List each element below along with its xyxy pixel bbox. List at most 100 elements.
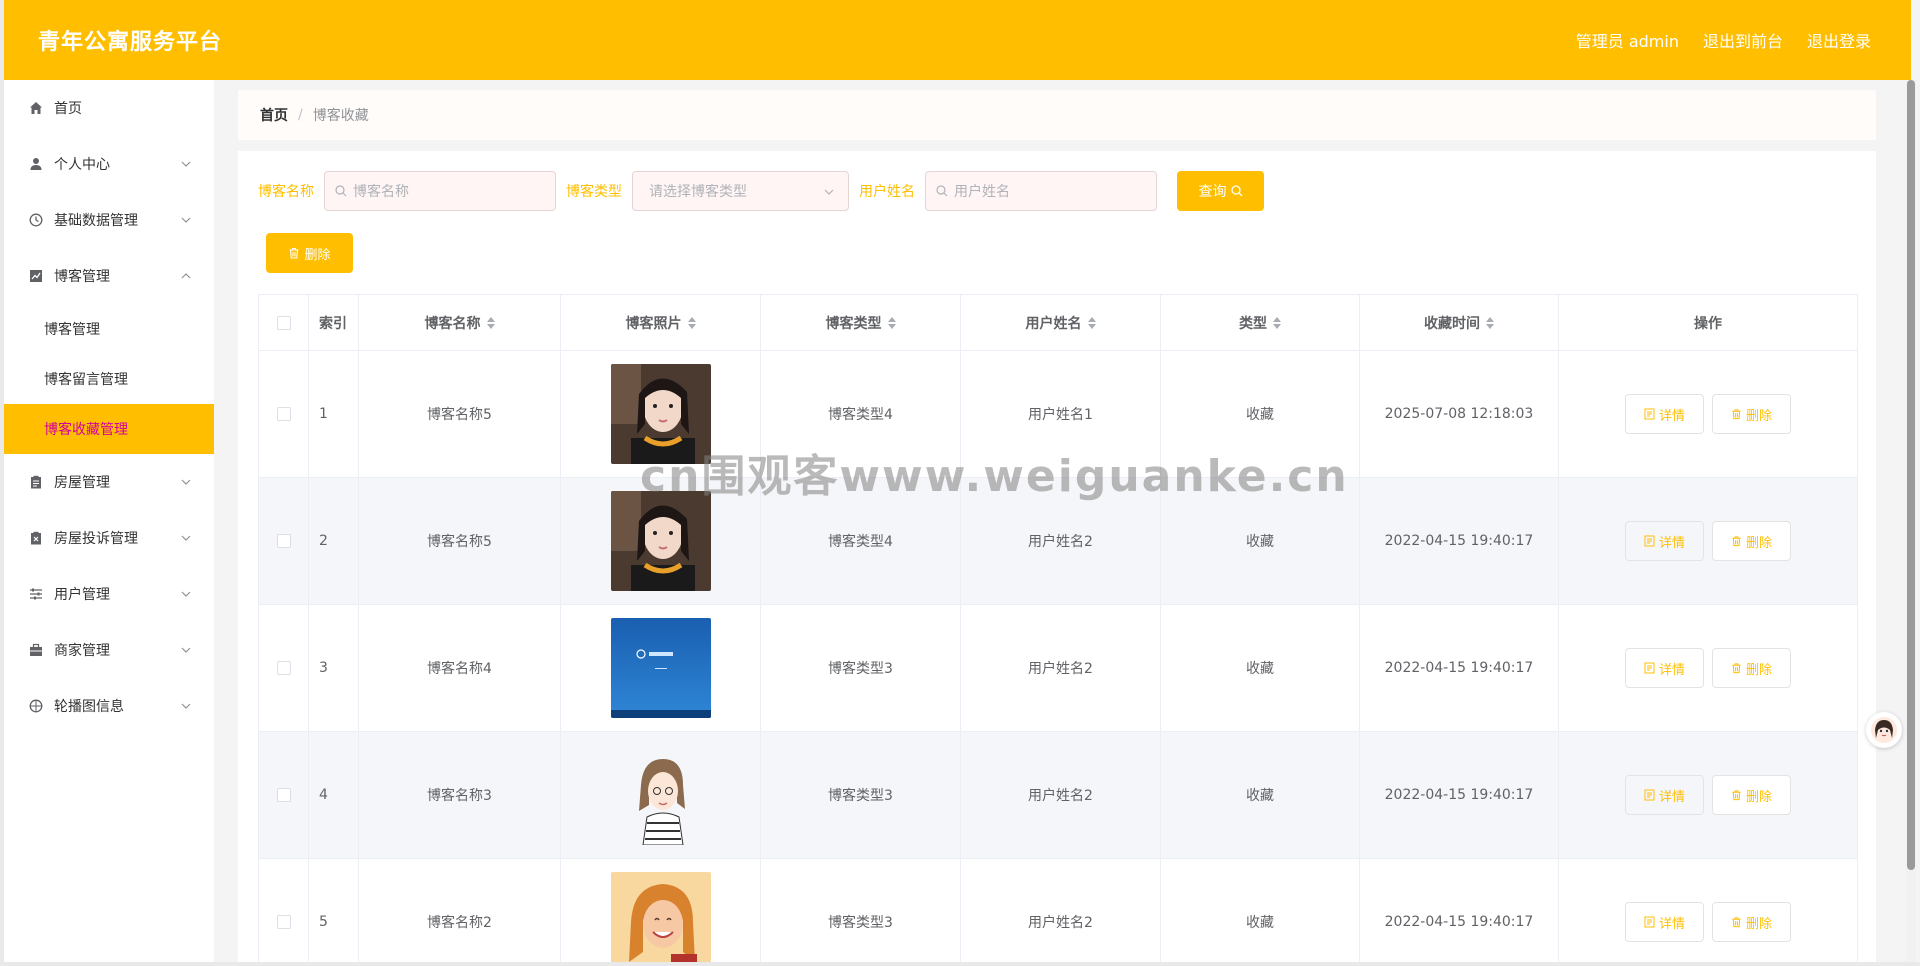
sidebar-item-carousel[interactable]: 轮播图信息 (4, 678, 214, 734)
delete-button[interactable]: 删除 (1712, 394, 1791, 434)
query-button[interactable]: 查询 (1177, 171, 1264, 211)
sidebar-subitem-blog-comments[interactable]: 博客留言管理 (4, 354, 214, 404)
sidebar-subitem-blog-manage[interactable]: 博客管理 (4, 304, 214, 354)
sidebar-subitem-blog-favorites[interactable]: 博客收藏管理 (4, 404, 214, 454)
header-label: 博客名称 (424, 315, 481, 332)
sidebar-item-house-complaints[interactable]: 房屋投诉管理 (4, 510, 214, 566)
detail-button[interactable]: 详情 (1625, 648, 1704, 688)
sort-icon[interactable] (887, 316, 896, 329)
document-icon (1644, 408, 1655, 420)
header-actions: 操作 (1559, 295, 1857, 350)
row-checkbox[interactable] (276, 534, 291, 548)
delete-label: 删除 (1745, 662, 1772, 678)
scrollbar-thumb[interactable] (1907, 80, 1915, 870)
header-label: 收藏时间 (1424, 315, 1480, 332)
row-photo-cell (561, 859, 761, 966)
batch-delete-button[interactable]: 删除 (266, 233, 353, 273)
row-checkbox[interactable] (276, 661, 291, 675)
blog-type-placeholder: 请选择博客类型 (649, 184, 747, 200)
clipboard-x-icon (28, 530, 44, 546)
row-checkbox[interactable] (276, 407, 291, 421)
row-select-cell (259, 351, 309, 477)
document-icon (1644, 535, 1655, 547)
table-row: 4 博客名称3 博客类型3 用户姓名2 收藏 2022-04-15 19:40:… (259, 732, 1857, 859)
sort-icon[interactable] (1087, 316, 1096, 329)
delete-label: 删除 (304, 247, 331, 263)
photo-smiling-girl (610, 872, 711, 966)
main-content: 首页 / 博客收藏 博客名称 博客名称 博客类型 请选择博客类型 用户姓名 用户… (238, 90, 1876, 966)
row-photo-cell (561, 605, 761, 731)
row-blog-type: 博客类型3 (761, 732, 961, 858)
chevron-down-icon (180, 644, 192, 656)
app-title: 青年公寓服务平台 (38, 30, 223, 55)
table-row: 1 博客名称5 博客类型4 用户姓名1 收藏 2025-07-08 12:18:… (259, 351, 1857, 478)
header-kind[interactable]: 类型 (1161, 295, 1360, 350)
detail-button[interactable]: 详情 (1625, 902, 1704, 942)
sort-icon[interactable] (1486, 316, 1494, 329)
delete-label: 删除 (1745, 916, 1772, 932)
sidebar-item-profile[interactable]: 个人中心 (4, 136, 214, 192)
assistant-avatar[interactable] (1866, 712, 1902, 748)
chart-icon (28, 268, 44, 284)
table-row: 3 博客名称4 博客类型3 用户姓名2 收藏 2022-04-15 19:40:… (259, 605, 1857, 732)
header-label: 博客照片 (625, 315, 682, 332)
header-time[interactable]: 收藏时间 (1360, 295, 1559, 350)
back-to-front-link[interactable]: 退出到前台 (1703, 28, 1783, 52)
delete-button[interactable]: 删除 (1712, 902, 1791, 942)
row-user-name: 用户姓名2 (961, 605, 1161, 731)
detail-button[interactable]: 详情 (1625, 775, 1704, 815)
sidebar-item-label: 房屋投诉管理 (54, 531, 138, 547)
detail-button[interactable]: 详情 (1625, 394, 1704, 434)
header-blog-type[interactable]: 博客类型 (761, 295, 961, 350)
blog-type-select[interactable]: 请选择博客类型 (632, 171, 849, 211)
sort-icon[interactable] (1273, 316, 1281, 329)
sidebar-item-blog[interactable]: 博客管理 (4, 248, 214, 304)
row-index: 2 (309, 478, 359, 604)
search-icon (1230, 185, 1243, 197)
delete-label: 删除 (1745, 535, 1772, 551)
admin-label[interactable]: 管理员 admin (1576, 28, 1679, 52)
sort-icon[interactable] (486, 316, 495, 329)
breadcrumb-home[interactable]: 首页 (260, 105, 288, 125)
header-label: 博客类型 (825, 315, 882, 332)
aperture-icon (28, 698, 44, 714)
row-user-name: 用户姓名1 (961, 351, 1161, 477)
header-blog-photo[interactable]: 博客照片 (561, 295, 761, 350)
sidebar-item-users[interactable]: 用户管理 (4, 566, 214, 622)
sidebar-item-home[interactable]: 首页 (4, 80, 214, 136)
sidebar-item-base-data[interactable]: 基础数据管理 (4, 192, 214, 248)
row-photo-cell (561, 478, 761, 604)
sidebar-item-house[interactable]: 房屋管理 (4, 454, 214, 510)
sidebar-item-label: 轮播图信息 (54, 699, 124, 715)
select-all-checkbox[interactable] (276, 315, 291, 330)
row-kind: 收藏 (1161, 732, 1360, 858)
chevron-down-icon (824, 183, 834, 199)
clock-icon (28, 212, 44, 228)
delete-label: 删除 (1745, 789, 1772, 805)
detail-button[interactable]: 详情 (1625, 521, 1704, 561)
sidebar-item-merchants[interactable]: 商家管理 (4, 622, 214, 678)
row-index: 3 (309, 605, 359, 731)
blog-name-label: 博客名称 (258, 184, 314, 200)
row-checkbox[interactable] (276, 788, 291, 802)
header-index: 索引 (309, 295, 359, 350)
header-user-name[interactable]: 用户姓名 (961, 295, 1161, 350)
sort-icon[interactable] (687, 316, 696, 329)
header-blog-name[interactable]: 博客名称 (359, 295, 561, 350)
row-checkbox[interactable] (276, 915, 291, 929)
sidebar-item-label: 个人中心 (54, 157, 110, 173)
user-name-input[interactable]: 用户姓名 (925, 171, 1157, 211)
row-user-name: 用户姓名2 (961, 478, 1161, 604)
delete-button[interactable]: 删除 (1712, 648, 1791, 688)
delete-button[interactable]: 删除 (1712, 521, 1791, 561)
row-time: 2022-04-15 19:40:17 (1360, 478, 1559, 604)
sidebar-item-label: 商家管理 (54, 643, 110, 659)
row-kind: 收藏 (1161, 605, 1360, 731)
delete-button[interactable]: 删除 (1712, 775, 1791, 815)
row-index: 4 (309, 732, 359, 858)
row-user-name: 用户姓名2 (961, 732, 1161, 858)
favorites-table: 索引 博客名称 博客照片 博客类型 用户姓名 类型 收藏时间 操作 1 博客名称… (258, 294, 1858, 966)
table-row: 5 博客名称2 博客类型3 用户姓名2 收藏 2022-04-15 19:40:… (259, 859, 1857, 966)
logout-link[interactable]: 退出登录 (1807, 28, 1871, 52)
blog-name-input[interactable]: 博客名称 (324, 171, 556, 211)
